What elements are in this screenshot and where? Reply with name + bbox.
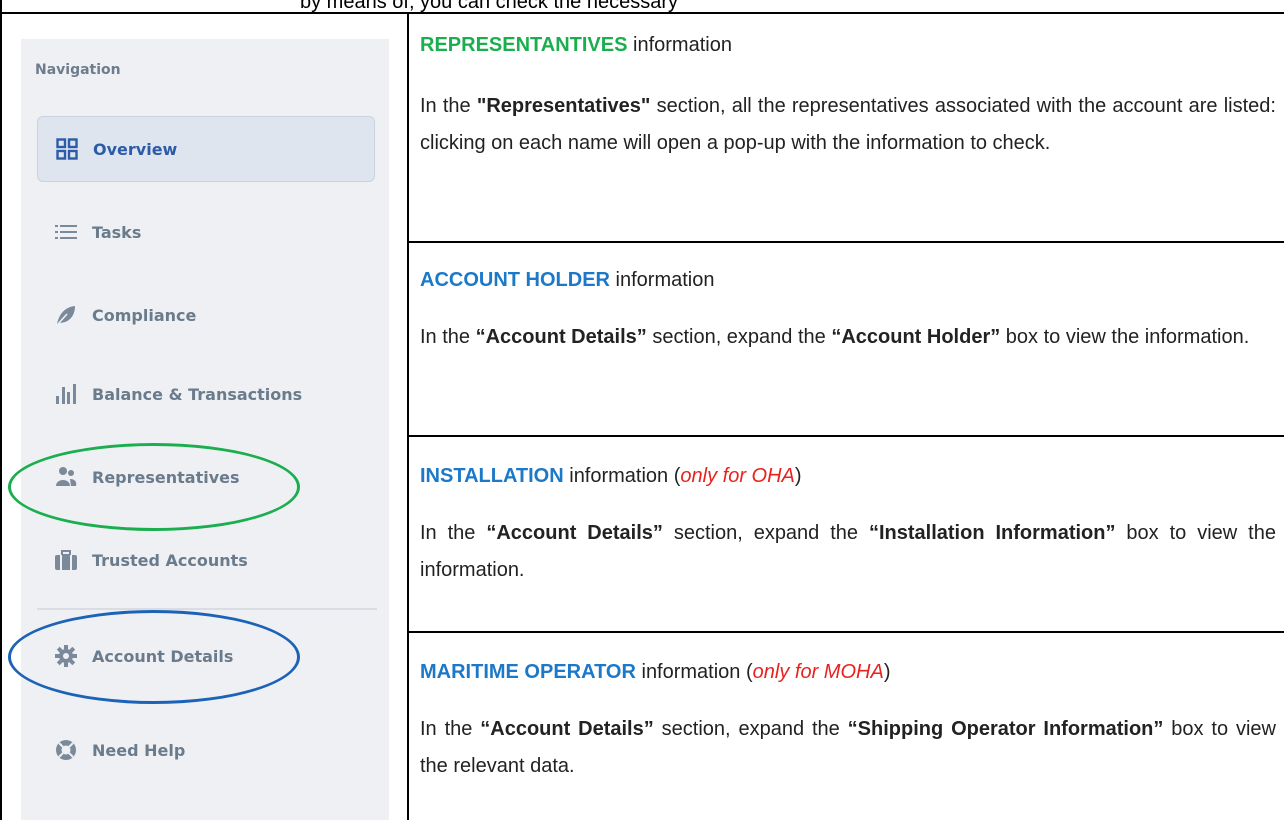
body-bold-text: “Account Details” — [475, 326, 647, 348]
table-row-divider — [407, 631, 1284, 633]
body-bold-text: "Representatives" — [476, 95, 651, 117]
body-bold-text: “Account Details” — [486, 522, 663, 544]
nav-heading: Navigation — [35, 62, 121, 78]
document-table: by means of, you can check the necessary… — [0, 0, 1284, 820]
section-qualifier: only for MOHA — [752, 661, 884, 683]
sidebar-item-overview[interactable]: Overview — [37, 116, 375, 182]
sidebar-item-label: Compliance — [92, 305, 197, 325]
sidebar-item-label: Tasks — [92, 222, 142, 242]
body-bold-text: “Account Details” — [480, 718, 654, 740]
body-text: section, expand the — [662, 522, 869, 544]
bar-chart-icon — [54, 382, 78, 406]
sidebar-item-need-help[interactable]: Need Help — [37, 717, 375, 783]
table-left-border — [0, 0, 2, 820]
body-bold-text: “Installation Information” — [868, 522, 1116, 544]
table-row-divider — [407, 241, 1284, 243]
users-icon — [54, 465, 78, 489]
sidebar-item-label: Overview — [93, 139, 178, 159]
leaf-icon — [54, 303, 78, 327]
body-bold-text: “Account Holder” — [831, 326, 1001, 348]
section-title-text: ) — [883, 661, 891, 683]
table-column-divider — [407, 14, 409, 820]
section-title: MARITIME OPERATOR information (only for … — [420, 661, 890, 684]
section-keyword: INSTALLATION — [420, 465, 564, 487]
section-title: ACCOUNT HOLDER information — [420, 269, 715, 292]
section-title-text: information — [627, 34, 732, 56]
body-text: In the — [420, 718, 481, 740]
navigation-sidebar: Navigation Overview Tasks Compliance Bal… — [21, 39, 389, 820]
sidebar-item-trusted-accounts[interactable]: Trusted Accounts — [37, 527, 375, 593]
section-title: REPRESENTANTIVES information — [420, 34, 732, 57]
body-text: In the — [420, 522, 487, 544]
sidebar-item-label: Account Details — [92, 646, 234, 666]
sidebar-item-label: Balance & Transactions — [92, 384, 303, 404]
body-bold-text: “Shipping Operator Information” — [847, 718, 1164, 740]
section-keyword: REPRESENTANTIVES — [420, 34, 628, 56]
body-text: section, expand the — [646, 326, 832, 348]
sidebar-item-label: Representatives — [92, 467, 240, 487]
section-title: INSTALLATION information (only for OHA) — [420, 465, 802, 488]
sidebar-item-balance-transactions[interactable]: Balance & Transactions — [37, 361, 375, 427]
sidebar-divider — [37, 608, 377, 610]
table-row-divider — [407, 435, 1284, 437]
section-body: In the "Representatives" section, all th… — [420, 88, 1276, 162]
section-keyword: MARITIME OPERATOR — [420, 661, 636, 683]
section-body: In the “Account Details” section, expand… — [420, 319, 1276, 356]
section-qualifier: only for OHA — [680, 465, 795, 487]
body-text: In the — [420, 326, 476, 348]
section-body: In the “Account Details” section, expand… — [420, 711, 1276, 785]
section-keyword: ACCOUNT HOLDER — [420, 269, 610, 291]
section-title-text: information ( — [635, 661, 753, 683]
grid-icon — [55, 137, 79, 161]
sidebar-item-tasks[interactable]: Tasks — [37, 199, 375, 265]
section-title-text: ) — [794, 465, 802, 487]
sidebar-item-account-details[interactable]: Account Details — [37, 623, 375, 689]
list-icon — [54, 220, 78, 244]
section-title-text: information ( — [563, 465, 681, 487]
sidebar-item-label: Trusted Accounts — [92, 550, 248, 570]
lifebuoy-icon — [54, 738, 78, 762]
briefcase-icon — [54, 548, 78, 572]
table-top-border — [0, 12, 1284, 14]
sidebar-item-representatives[interactable]: Representatives — [37, 444, 375, 510]
sidebar-item-label: Need Help — [92, 740, 186, 760]
body-text: In the — [420, 95, 477, 117]
sidebar-item-compliance[interactable]: Compliance — [37, 282, 375, 348]
body-text: section, expand the — [653, 718, 848, 740]
section-title-text: information — [610, 269, 715, 291]
gear-icon — [54, 644, 78, 668]
body-text: box to view the information. — [1000, 326, 1250, 348]
section-body: In the “Account Details” section, expand… — [420, 515, 1276, 589]
